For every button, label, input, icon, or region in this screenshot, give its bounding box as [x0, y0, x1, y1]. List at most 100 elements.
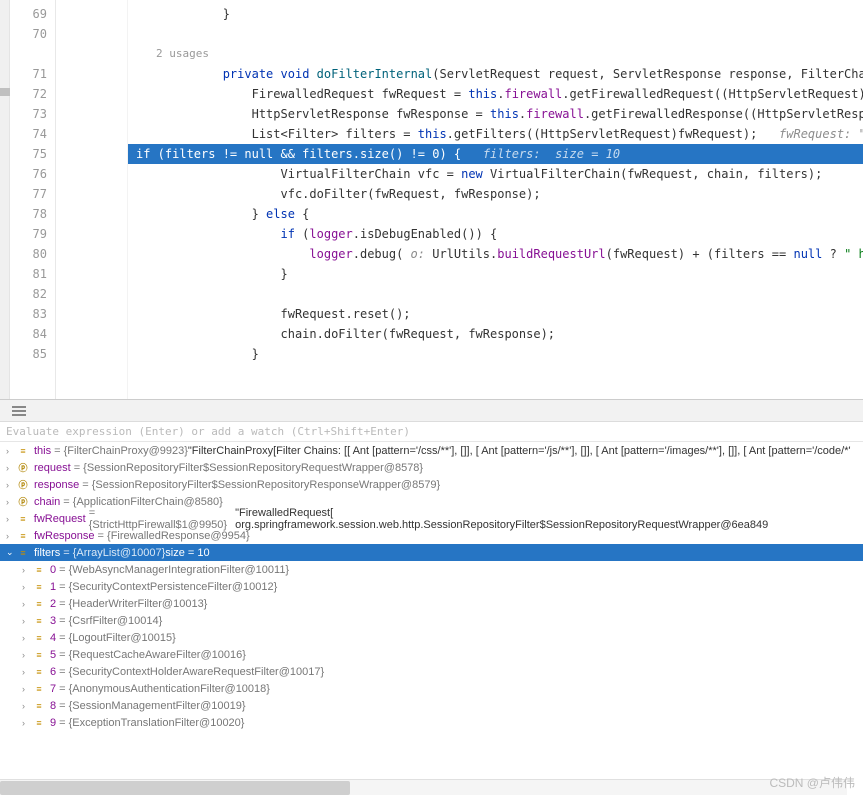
code-line[interactable]: chain.doFilter(fwRequest, fwResponse);	[128, 324, 863, 344]
variable-row[interactable]: ›ⓟresponse = {SessionRepositoryFilter$Se…	[0, 476, 863, 493]
chevron-right-icon[interactable]: ›	[22, 582, 32, 592]
line-number[interactable]: 80	[10, 244, 47, 264]
chevron-right-icon[interactable]: ›	[6, 514, 16, 524]
variable-value: = {ExceptionTranslationFilter@10020}	[59, 717, 244, 729]
code-line[interactable]: fwRequest.reset();	[128, 304, 863, 324]
scrollbar-thumb[interactable]	[0, 781, 350, 795]
code-line[interactable]	[128, 284, 863, 304]
code-line[interactable]: if (logger.isDebugEnabled()) {	[128, 224, 863, 244]
line-number[interactable]: 76	[10, 164, 47, 184]
line-number[interactable]: 73	[10, 104, 47, 124]
line-number[interactable]: 83	[10, 304, 47, 324]
line-number[interactable]: 84	[10, 324, 47, 344]
variable-row[interactable]: ›ⓟrequest = {SessionRepositoryFilter$Ses…	[0, 459, 863, 476]
chevron-right-icon[interactable]: ›	[22, 599, 32, 609]
chevron-right-icon[interactable]: ›	[6, 480, 16, 490]
code-line[interactable]: if (filters != null && filters.size() !=…	[128, 144, 863, 164]
code-line[interactable]: private void doFilterInternal(ServletReq…	[128, 64, 863, 84]
variable-row[interactable]: ›≡this = {FilterChainProxy@9923} "Filter…	[0, 442, 863, 459]
code-line[interactable]: } else {	[128, 204, 863, 224]
variable-name: 5	[50, 649, 56, 661]
variables-panel[interactable]: ›≡this = {FilterChainProxy@9923} "Filter…	[0, 442, 863, 731]
code-line[interactable]	[128, 24, 863, 44]
code-line[interactable]: }	[128, 344, 863, 364]
code-line[interactable]: }	[128, 264, 863, 284]
variable-name: 9	[50, 717, 56, 729]
watermark: CSDN @卢伟伟	[769, 774, 855, 791]
marker-gutter	[0, 0, 10, 399]
code-line[interactable]: List<Filter> filters = this.getFilters((…	[128, 124, 863, 144]
code-area[interactable]: } 2 usages private void doFilterInternal…	[128, 0, 863, 399]
chevron-right-icon[interactable]: ›	[22, 650, 32, 660]
variable-row[interactable]: ›≡8 = {SessionManagementFilter@10019}	[0, 697, 863, 714]
code-editor[interactable]: 6970 717273747576777879808182838485 } 2 u…	[0, 0, 863, 400]
line-number[interactable]: 82	[10, 284, 47, 304]
chevron-right-icon[interactable]: ›	[22, 633, 32, 643]
object-icon: ≡	[32, 665, 46, 679]
variable-row[interactable]: ›≡2 = {HeaderWriterFilter@10013}	[0, 595, 863, 612]
code-line[interactable]: VirtualFilterChain vfc = new VirtualFilt…	[128, 164, 863, 184]
line-number[interactable]: 78	[10, 204, 47, 224]
variable-row[interactable]: ›≡7 = {AnonymousAuthenticationFilter@100…	[0, 680, 863, 697]
code-line[interactable]: vfc.doFilter(fwRequest, fwResponse);	[128, 184, 863, 204]
horizontal-scrollbar[interactable]	[0, 779, 847, 795]
variable-row[interactable]: ›≡5 = {RequestCacheAwareFilter@10016}	[0, 646, 863, 663]
line-number[interactable]: 75	[10, 144, 47, 164]
object-icon: ≡	[16, 546, 30, 560]
line-number[interactable]: 70	[10, 24, 47, 44]
line-number[interactable]: 71	[10, 64, 47, 84]
line-number-gutter[interactable]: 6970 717273747576777879808182838485	[10, 0, 56, 399]
chevron-right-icon[interactable]: ›	[22, 684, 32, 694]
object-icon: ≡	[16, 444, 30, 458]
object-icon: ≡	[32, 597, 46, 611]
variable-row[interactable]: ⌄≡filters = {ArrayList@10007} size = 10	[0, 544, 863, 561]
variable-row[interactable]: ›≡ 9 = {ExceptionTranslationFilter@10020}	[0, 714, 863, 731]
chevron-right-icon[interactable]: ›	[22, 718, 32, 728]
chevron-down-icon[interactable]: ⌄	[6, 547, 16, 558]
chevron-right-icon[interactable]: ›	[6, 446, 16, 456]
code-line[interactable]: logger.debug( o: UrlUtils.buildRequestUr…	[128, 244, 863, 264]
variable-value: = {StrictHttpFirewall$1@9950}	[89, 507, 235, 531]
chevron-right-icon[interactable]: ›	[6, 463, 16, 473]
line-number[interactable]: 69	[10, 4, 47, 24]
chevron-right-icon[interactable]: ›	[22, 701, 32, 711]
variable-value: = {AnonymousAuthenticationFilter@10018}	[59, 683, 270, 695]
line-number[interactable]: 74	[10, 124, 47, 144]
variable-name: response	[34, 479, 79, 491]
variable-name: 6	[50, 666, 56, 678]
variable-name: 0	[50, 564, 56, 576]
settings-icon[interactable]	[12, 406, 26, 416]
variable-value: = {CsrfFilter@10014}	[59, 615, 162, 627]
variable-row[interactable]: ›≡6 = {SecurityContextHolderAwareRequest…	[0, 663, 863, 680]
usages-hint[interactable]: 2 usages	[128, 44, 863, 64]
variable-value: = {SessionRepositoryFilter$SessionReposi…	[82, 479, 440, 491]
variable-value: = {FilterChainProxy@9923}	[54, 445, 188, 457]
chevron-right-icon[interactable]: ›	[22, 616, 32, 626]
line-number[interactable]: 77	[10, 184, 47, 204]
variable-name: 4	[50, 632, 56, 644]
variable-row[interactable]: ›≡fwRequest = {StrictHttpFirewall$1@9950…	[0, 510, 863, 527]
variable-row[interactable]: ›≡0 = {WebAsyncManagerIntegrationFilter@…	[0, 561, 863, 578]
code-line[interactable]: }	[128, 4, 863, 24]
variable-name: this	[34, 445, 51, 457]
variable-row[interactable]: ›≡1 = {SecurityContextPersistenceFilter@…	[0, 578, 863, 595]
chevron-right-icon[interactable]: ›	[6, 497, 16, 507]
line-number[interactable]	[10, 44, 47, 64]
variable-value: = {HeaderWriterFilter@10013}	[59, 598, 207, 610]
object-icon: ≡	[32, 716, 46, 730]
evaluate-expression-input[interactable]: Evaluate expression (Enter) or add a wat…	[0, 422, 863, 442]
code-line[interactable]: HttpServletResponse fwResponse = this.fi…	[128, 104, 863, 124]
code-line[interactable]: FirewalledRequest fwRequest = this.firew…	[128, 84, 863, 104]
variable-name: fwRequest	[34, 513, 86, 525]
variable-row[interactable]: ›≡4 = {LogoutFilter@10015}	[0, 629, 863, 646]
line-number[interactable]: 81	[10, 264, 47, 284]
object-icon: ≡	[32, 580, 46, 594]
variable-name: 8	[50, 700, 56, 712]
variable-row[interactable]: ›≡3 = {CsrfFilter@10014}	[0, 612, 863, 629]
line-number[interactable]: 85	[10, 344, 47, 364]
chevron-right-icon[interactable]: ›	[22, 565, 32, 575]
chevron-right-icon[interactable]: ›	[6, 531, 16, 541]
line-number[interactable]: 79	[10, 224, 47, 244]
line-number[interactable]: 72	[10, 84, 47, 104]
chevron-right-icon[interactable]: ›	[22, 667, 32, 677]
